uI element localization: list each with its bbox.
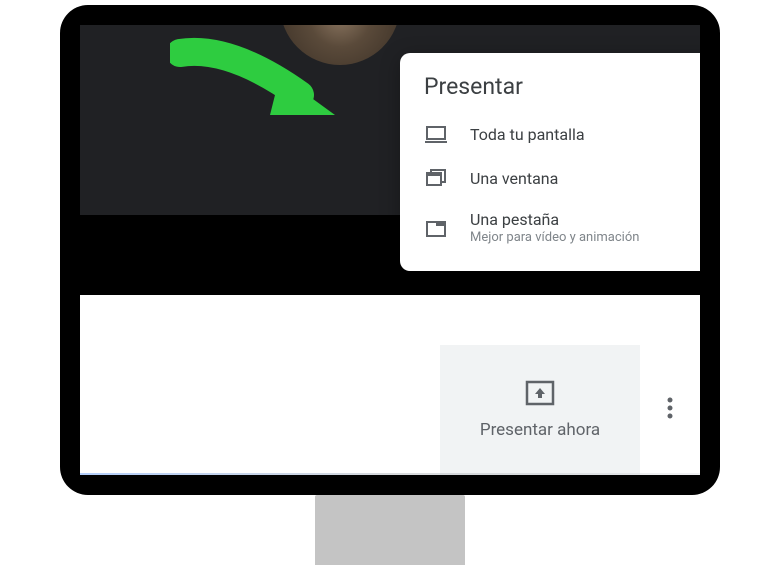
screen: Presentar Toda tu pantalla Una ventana xyxy=(80,25,700,475)
bottom-separator xyxy=(80,473,700,475)
more-options-button[interactable] xyxy=(640,345,700,475)
monitor-icon xyxy=(424,122,448,146)
present-option-label: Una ventana xyxy=(470,169,558,188)
present-option-label: Toda tu pantalla xyxy=(470,125,585,144)
present-now-label: Presentar ahora xyxy=(480,420,600,440)
window-icon xyxy=(424,166,448,190)
more-vertical-icon xyxy=(667,396,673,424)
present-popup-title: Presentar xyxy=(400,73,700,112)
present-option-entire-screen[interactable]: Toda tu pantalla xyxy=(400,112,700,156)
present-now-button[interactable]: Presentar ahora xyxy=(440,345,640,475)
tab-icon xyxy=(424,216,448,240)
monitor-stand xyxy=(315,495,465,565)
bottom-toolbar: Presentar ahora xyxy=(80,345,700,475)
present-option-label: Una pestaña xyxy=(470,210,639,229)
present-option-subtitle: Mejor para vídeo y animación xyxy=(470,230,639,245)
present-option-tab[interactable]: Una pestaña Mejor para vídeo y animación xyxy=(400,200,700,255)
participant-avatar xyxy=(280,25,400,65)
monitor-frame: Presentar Toda tu pantalla Una ventana xyxy=(60,5,720,495)
present-option-window[interactable]: Una ventana xyxy=(400,156,700,200)
present-popup: Presentar Toda tu pantalla Una ventana xyxy=(400,53,700,271)
present-screen-icon xyxy=(525,380,555,410)
